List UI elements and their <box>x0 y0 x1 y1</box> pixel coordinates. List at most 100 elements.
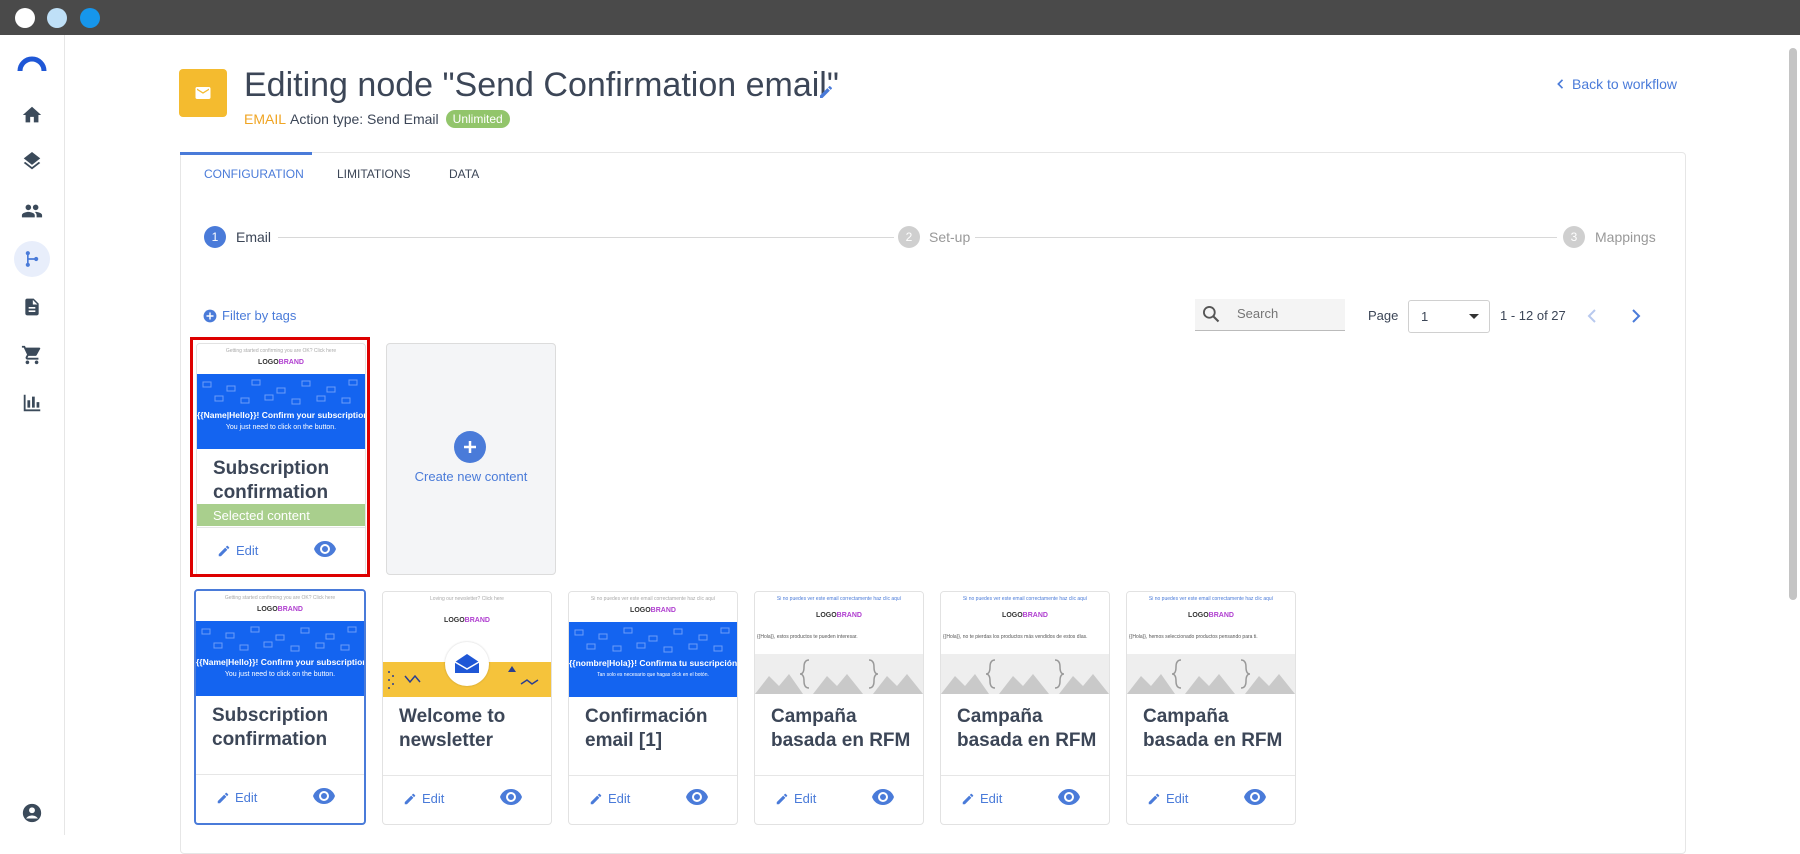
eye-icon <box>1244 789 1266 805</box>
step-connector <box>975 237 1557 238</box>
step-2-circle: 2 <box>898 226 920 248</box>
search-box <box>1195 299 1345 331</box>
edit-label: Edit <box>608 791 631 806</box>
bar-chart-icon[interactable] <box>16 387 48 419</box>
envelope-pattern-icon <box>574 627 730 653</box>
people-icon[interactable] <box>16 195 48 227</box>
template-card[interactable]: Si no puedes ver este email correctament… <box>1126 591 1296 825</box>
action-type-text: Action type: Send Email <box>290 111 439 127</box>
tab-limitations[interactable]: LIMITATIONS <box>337 167 411 181</box>
card-title: Subscription confirmation <box>212 705 329 750</box>
thumb-body-text: {{Hola}}, hemos seleccionado productos p… <box>1129 634 1258 640</box>
card-thumbnail: Si no puedes ver este email correctament… <box>569 592 737 697</box>
add-circle-icon <box>203 309 217 322</box>
thumb-subtext: You just need to click on the button. <box>224 671 336 678</box>
card-title: Welcome to newsletter <box>399 706 506 751</box>
document-icon[interactable] <box>16 291 48 323</box>
card-title: Campaña basada en RFM <box>771 706 911 751</box>
next-page-button[interactable] <box>1624 304 1648 328</box>
email-node-icon <box>179 69 227 117</box>
edit-label: Edit <box>1166 791 1189 806</box>
edit-label: Edit <box>980 791 1003 806</box>
home-icon[interactable] <box>16 99 48 131</box>
envelope-open-icon <box>445 642 489 686</box>
window-maximize-dot[interactable] <box>80 8 100 28</box>
card-thumbnail: Loving our newsletter? Click here LOGOBR… <box>383 592 551 697</box>
thumb-body-text: {{Hola}}, no te pierdas los productos má… <box>943 634 1088 640</box>
caret-down-icon <box>1469 314 1479 319</box>
account-icon[interactable] <box>16 797 48 829</box>
page-label: Page <box>1368 308 1399 323</box>
edit-button[interactable]: Edit <box>1147 791 1188 806</box>
page-select-value: 1 <box>1421 309 1429 324</box>
page-select[interactable]: 1 <box>1408 300 1490 333</box>
node-subtitle: EMAIL Action type: Send Email Unlimited <box>244 110 510 128</box>
thumb-hero: {{Name|Hello}}! Confirm your subscriptio… <box>196 621 364 696</box>
edit-button[interactable]: Edit <box>589 791 630 806</box>
edit-label: Edit <box>235 790 258 805</box>
tab-configuration[interactable]: CONFIGURATION <box>204 167 304 181</box>
page-scrollbar[interactable] <box>1789 48 1797 600</box>
preview-button[interactable] <box>871 788 895 811</box>
search-input[interactable] <box>1235 305 1339 322</box>
eye-icon <box>313 788 335 804</box>
thumb-hero: {{nombre|Hola}}! Confirma tu suscripción… <box>569 622 737 697</box>
step-connector <box>278 237 894 238</box>
thumb-logo: LOGOBRAND <box>630 607 676 614</box>
card-footer: Edit <box>569 775 737 824</box>
limit-badge: Unlimited <box>445 110 510 128</box>
tab-data[interactable]: DATA <box>449 167 479 181</box>
template-card[interactable]: Loving our newsletter? Click here LOGOBR… <box>382 591 552 825</box>
edit-label: Edit <box>422 791 445 806</box>
preview-button[interactable] <box>312 787 336 810</box>
card-thumbnail: Si no puedes ver este email correctament… <box>1127 592 1295 697</box>
create-new-content-label: Create new content <box>414 469 528 484</box>
edit-button[interactable]: Edit <box>403 791 444 806</box>
eye-icon <box>1058 789 1080 805</box>
edit-button[interactable]: Edit <box>775 791 816 806</box>
envelope-pattern-icon <box>201 626 357 652</box>
prev-page-button[interactable] <box>1580 304 1604 328</box>
thumb-preheader: Si no puedes ver este email correctament… <box>776 596 902 602</box>
thumb-preheader: Si no puedes ver este email correctament… <box>962 596 1088 602</box>
cart-icon[interactable] <box>16 339 48 371</box>
preview-button[interactable] <box>499 788 523 811</box>
thumb-logo: LOGOBRAND <box>816 612 862 619</box>
page-title: Editing node "Send Confirmation email" <box>244 66 839 104</box>
preview-button[interactable] <box>685 788 709 811</box>
thumb-preheader: Si no puedes ver este email correctament… <box>590 596 716 602</box>
brand-logo-icon[interactable] <box>16 48 48 80</box>
step-3-circle: 3 <box>1563 226 1585 248</box>
thumb-body-text: {{Hola}}, estos productos te pueden inte… <box>757 634 858 640</box>
edit-title-pencil-icon[interactable] <box>818 84 834 105</box>
email-type-tag: EMAIL <box>244 111 287 127</box>
template-card[interactable]: Si no puedes ver este email correctament… <box>940 591 1110 825</box>
layers-icon[interactable] <box>16 147 48 179</box>
thumb-logo: LOGOBRAND <box>1188 612 1234 619</box>
pencil-icon <box>962 793 974 804</box>
template-card[interactable]: Si no puedes ver este email correctament… <box>754 591 924 825</box>
filter-by-tags-link[interactable]: Filter by tags <box>203 308 296 323</box>
create-new-content-card[interactable]: Create new content <box>386 343 556 575</box>
pencil-icon <box>217 792 229 803</box>
window-titlebar <box>0 0 1800 35</box>
preview-button[interactable] <box>1057 788 1081 811</box>
template-card[interactable]: Getting started confirming you are OK? C… <box>194 589 366 825</box>
image-placeholder-icon <box>1127 659 1295 694</box>
back-link-label: Back to workflow <box>1572 76 1678 92</box>
pencil-icon <box>404 793 416 804</box>
preview-button[interactable] <box>1243 788 1267 811</box>
highlight-frame <box>190 337 370 577</box>
workflow-icon[interactable] <box>14 241 50 277</box>
chevron-left-icon <box>1557 79 1564 89</box>
template-card[interactable]: Si no puedes ver este email correctament… <box>568 591 738 825</box>
window-close-dot[interactable] <box>15 8 35 28</box>
window-minimize-dot[interactable] <box>47 8 67 28</box>
edit-button[interactable]: Edit <box>216 790 257 805</box>
edit-button[interactable]: Edit <box>961 791 1002 806</box>
card-thumbnail: Getting started confirming you are OK? C… <box>196 591 364 696</box>
thumb-product-images <box>755 654 923 694</box>
back-to-workflow-link[interactable]: Back to workflow <box>1556 76 1677 92</box>
thumb-logo: LOGOBRAND <box>1002 612 1048 619</box>
chevron-left-icon <box>1587 309 1596 323</box>
